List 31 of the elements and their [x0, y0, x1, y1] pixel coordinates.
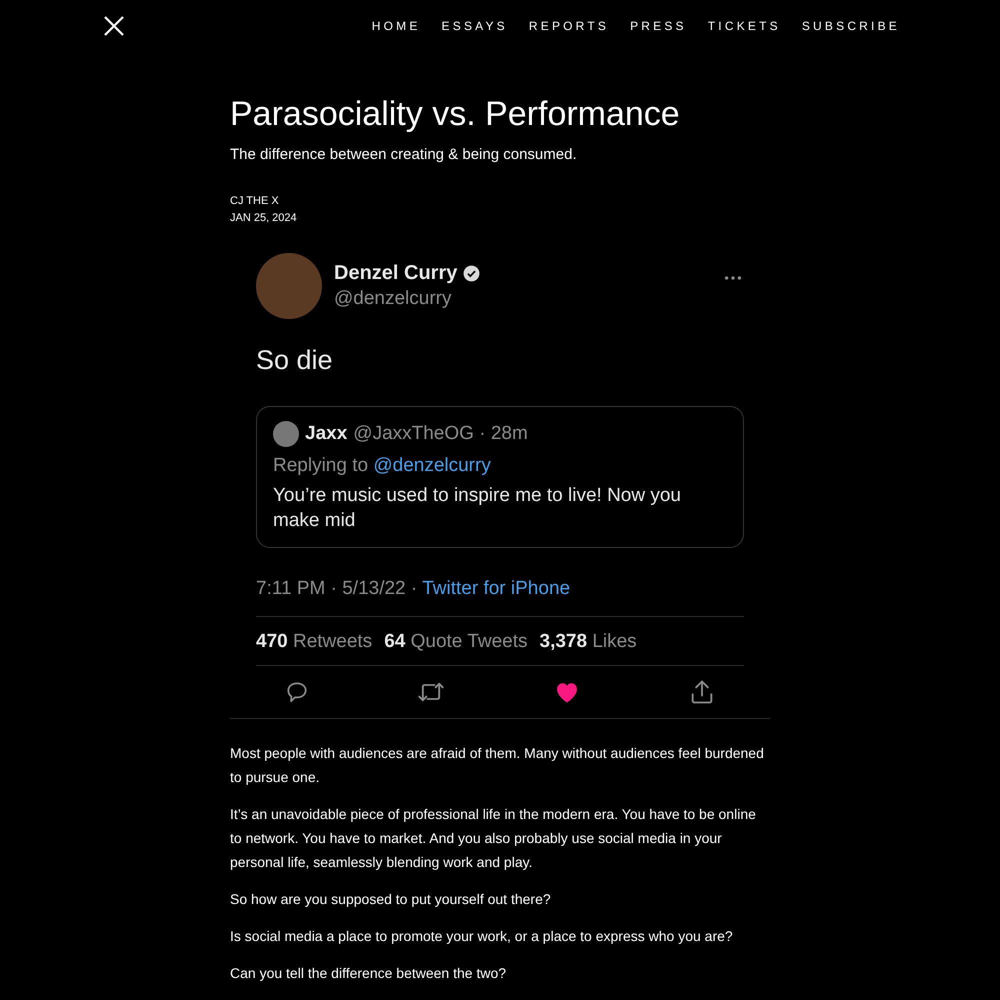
replying-line: Replying to @denzelcurry	[273, 455, 492, 477]
tweet-text: So die	[256, 345, 334, 376]
stat-count[interactable]: 3,378 Likes	[540, 631, 637, 653]
quoted-text: You’re music used to inspire me to live! Now you make mid	[273, 484, 682, 533]
body-paragraph: Most people with audiences are afraid of them. Many without audiences feel burdened to pursue one.	[230, 744, 765, 787]
display-name: Jaxx	[305, 423, 348, 445]
avatar	[273, 421, 299, 447]
publish-date: JAN 25, 2024	[230, 211, 298, 226]
article-subtitle: The difference between creating & being consumed.	[230, 146, 578, 163]
quoted-tweet[interactable]: Jaxx @JaxxTheOG · 28m Replying to @denzelcurry You’re music used to inspire me to live! Now you make mid	[256, 406, 744, 548]
nav-link[interactable]: ESSAYS	[442, 19, 508, 33]
mention-link[interactable]: @denzelcurry	[373, 455, 491, 476]
nav-link[interactable]: PRESS	[630, 19, 687, 33]
body-paragraph: Is social media a place to promote your work, or a place to express who you are?	[230, 927, 734, 946]
handle-and-time: @JaxxTheOG · 28m	[353, 423, 528, 445]
nav-link[interactable]: SUBSCRIBE	[802, 19, 900, 33]
nav-link[interactable]: TICKETS	[708, 19, 781, 33]
body-paragraph: So how are you supposed to put yourself out there?	[230, 890, 552, 909]
stat-count[interactable]: 470 Retweets	[256, 631, 372, 653]
article-title: Parasociality vs. Performance	[230, 94, 681, 135]
user-handle: @denzelcurry	[334, 288, 452, 310]
nav-link[interactable]: REPORTS	[528, 19, 610, 33]
tweet-timestamp: 7:11 PM · 5/13/22 ·	[256, 578, 418, 600]
nav-link[interactable]: HOME	[372, 19, 421, 33]
author-name: CJ THE X	[230, 194, 280, 209]
body-paragraph: It’s an unavoidable piece of professional life in the modern era. You have to be online to network. You have to market. And you also probably use social media in your personal life, seamlessly blending work and play.	[230, 805, 757, 872]
source-link[interactable]: Twitter for iPhone	[422, 578, 570, 600]
body-paragraph: Can you tell the difference between the two?	[230, 964, 508, 983]
stat-count[interactable]: 64 Quote Tweets	[384, 631, 528, 653]
close-icon[interactable]	[102, 14, 126, 38]
display-name: Denzel Curry	[334, 262, 458, 285]
